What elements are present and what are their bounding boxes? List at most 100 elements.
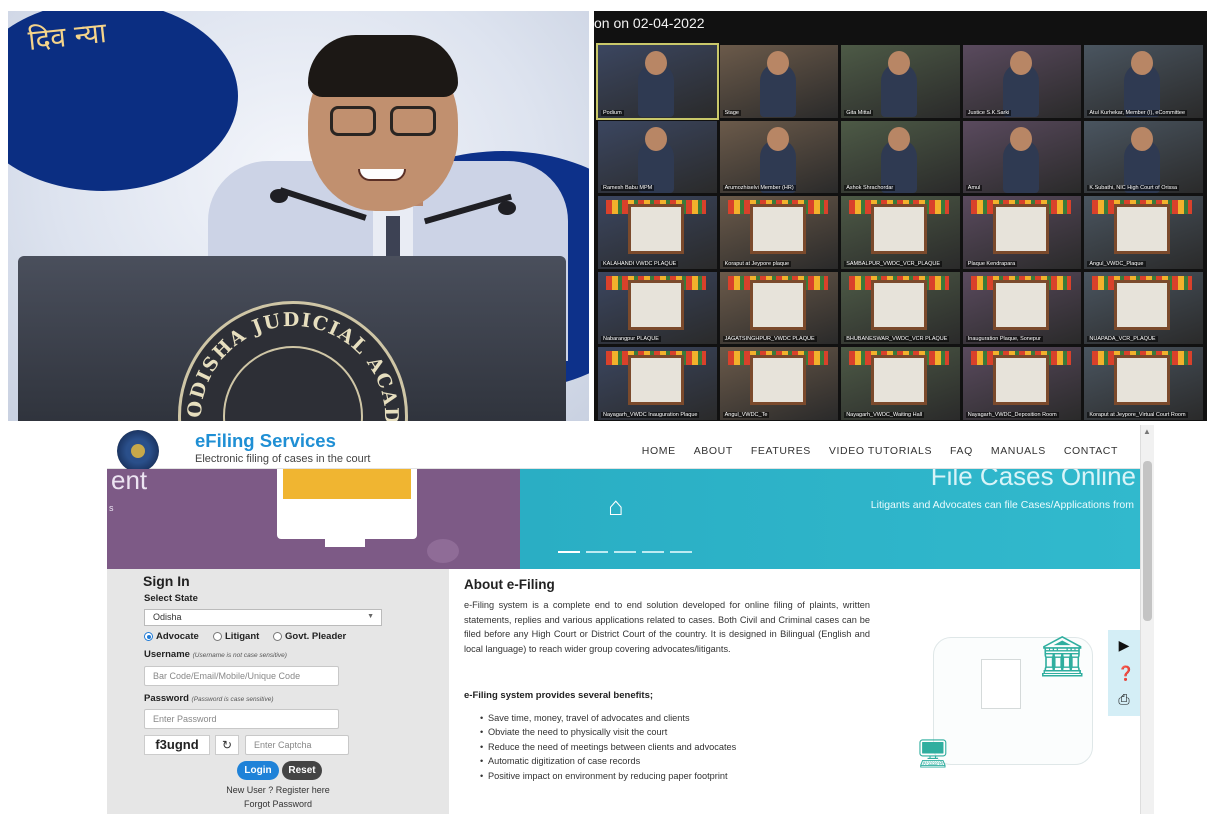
participant-name: Ramesh Babu MPM <box>601 185 655 191</box>
nav-contact[interactable]: CONTACT <box>1064 445 1118 457</box>
participant-tile[interactable]: Ramesh Babu MPM <box>598 120 717 193</box>
participant-tile[interactable]: KALAHANDI VWDC PLAQUE <box>598 196 717 269</box>
participant-tile[interactable]: Nayagarh_VWDC_Waiting Hall <box>841 347 960 420</box>
nav-faq[interactable]: FAQ <box>950 445 973 457</box>
nav-about[interactable]: ABOUT <box>694 445 733 457</box>
chevron-down-icon: ▼ <box>367 613 374 620</box>
participant-tiles: Podium Stage Gita Mittal Justice S.K.Sarki A… <box>596 43 1203 420</box>
inauguration-plaque <box>749 204 806 254</box>
participant-tile[interactable]: BHUBANESWAR_VWDC_VCR PLAQUE <box>841 271 960 344</box>
radio-advocate[interactable]: Advocate <box>144 631 199 642</box>
play-icon[interactable]: ▶ <box>1117 638 1131 652</box>
carousel-dot[interactable] <box>558 551 580 553</box>
participant-name: Ashok Shrachordar <box>844 185 896 191</box>
conference-date-header: on on 02-04-2022 <box>594 15 705 31</box>
participant-name: NUAPADA_VCR_PLAQUE <box>1087 336 1158 342</box>
password-hint: (Password is case sensitive) <box>191 696 274 703</box>
participant-name: Nayagarh_VWDC_Deposition Room <box>965 411 1059 418</box>
forgot-password-link[interactable]: Forgot Password <box>107 799 449 809</box>
carousel-slide-current: ⌂ File Cases Online Litigants and Advoca… <box>520 469 1140 569</box>
microphone-right-head <box>498 201 516 215</box>
carousel-dot[interactable] <box>670 551 692 553</box>
radio-govt-pleader[interactable]: Govt. Pleader <box>273 631 346 642</box>
participant-tile[interactable]: Podium <box>596 43 719 120</box>
participant-tile[interactable]: K.Subathi, NIC High Court of Orissa <box>1084 120 1203 193</box>
reset-button[interactable]: Reset <box>282 761 322 780</box>
hero-carousel: ent s ⌂ File Cases Online Litigants and … <box>107 469 1140 569</box>
participant-name: Angul_VWDC_Plaque <box>1087 260 1146 267</box>
help-icon[interactable]: ❓ <box>1117 666 1134 680</box>
participant-tile[interactable]: NUAPADA_VCR_PLAQUE <box>1084 271 1203 344</box>
inauguration-plaque <box>749 355 806 405</box>
participant-tile[interactable]: Ashok Shrachordar <box>841 120 960 193</box>
nav-home[interactable]: HOME <box>642 445 676 457</box>
captcha-input[interactable]: Enter Captcha <box>245 735 349 755</box>
participant-tile[interactable]: Inauguration Plaque, Sonepur <box>962 271 1082 344</box>
participant-tile[interactable]: Amul <box>962 120 1082 193</box>
monitor-stand <box>325 537 365 547</box>
inauguration-plaque <box>992 204 1049 254</box>
home-icon: ⌂ <box>608 491 624 521</box>
backdrop-text: दिव न्या <box>26 15 108 58</box>
palette-icon <box>427 539 459 563</box>
participant-tile[interactable]: Gita Mittal <box>841 45 960 118</box>
benefits-list: Save time, money, travel of advocates an… <box>480 711 736 783</box>
participant-name: Arumozhiselvi Member (HR) <box>722 185 796 191</box>
participant-tile[interactable]: Arumozhiselvi Member (HR) <box>719 120 839 193</box>
benefits-title: e-Filing system provides several benefit… <box>464 690 654 701</box>
participant-head <box>1009 51 1032 75</box>
participant-tile[interactable]: Atul Kurhekar, Member (I), eCommittee <box>1084 45 1203 118</box>
participant-tile[interactable]: Koraput at Jeypore_Virtual Court Room <box>1084 347 1203 420</box>
participant-head <box>1009 126 1032 151</box>
participant-name: Amul <box>965 185 983 191</box>
microphone-left-head <box>270 189 288 203</box>
state-select[interactable]: Odisha ▼ <box>144 609 382 626</box>
carousel-dot[interactable] <box>586 551 608 553</box>
main-nav: HOME ABOUT FEATURES VIDEO TUTORIALS FAQ … <box>642 445 1118 457</box>
participant-tile[interactable]: SAMBALPUR_VWDC_VCR_PLAQUE <box>841 196 960 269</box>
participant-name: Koraput at Jeypore plaque <box>722 260 792 267</box>
nav-features[interactable]: FEATURES <box>751 445 811 457</box>
participant-tile[interactable]: JAGATSINGHPUR_VWDC PLAQUE <box>719 271 839 344</box>
scroll-up-icon[interactable]: ▲ <box>1143 427 1151 436</box>
captcha-image: f3ugnd <box>144 735 210 755</box>
participant-tile[interactable]: Angul_VWDC_Plaque <box>1084 196 1203 269</box>
carousel-dot[interactable] <box>614 551 636 553</box>
register-link[interactable]: New User ? Register here <box>107 785 449 795</box>
academy-seal-text: ODISHA JUDICIAL ACADEMY <box>183 306 401 421</box>
site-subtitle: Electronic filing of cases in the court <box>195 453 371 465</box>
speaker-smile <box>358 169 406 181</box>
efiling-illustration: 🏛 🖥 <box>907 615 1117 785</box>
refresh-captcha-icon[interactable]: ↻ <box>215 735 239 755</box>
site-title[interactable]: eFiling Services <box>195 430 336 452</box>
inauguration-plaque <box>628 279 684 330</box>
radio-litigant[interactable]: Litigant <box>213 631 259 642</box>
scrollbar-thumb[interactable] <box>1143 461 1152 621</box>
about-text: e-Filing system is a complete end to end… <box>464 600 870 654</box>
nav-manuals[interactable]: MANUALS <box>991 445 1046 457</box>
inauguration-plaque <box>992 279 1049 330</box>
participant-tile[interactable]: Justice S.K.Sarki <box>962 45 1082 118</box>
username-input[interactable]: Bar Code/Email/Mobile/Unique Code <box>144 666 339 686</box>
participant-tile[interactable]: Stage <box>719 45 839 118</box>
list-item: Obviate the need to physically visit the… <box>480 725 736 740</box>
nav-video-tutorials[interactable]: VIDEO TUTORIALS <box>829 445 932 457</box>
carousel-dot[interactable] <box>642 551 664 553</box>
side-toolbar: ▶ ❓ ⎙ <box>1108 630 1140 716</box>
participant-name: Angul_VWDC_Te <box>722 411 770 418</box>
court-emblem-logo[interactable] <box>117 430 159 472</box>
list-item: Positive impact on environment by reduci… <box>480 769 736 784</box>
participant-tile[interactable]: Angul_VWDC_Te <box>719 347 839 420</box>
login-button[interactable]: Login <box>237 761 279 780</box>
participant-tile[interactable]: Plaque Kendrapara <box>962 196 1082 269</box>
participant-tile[interactable]: Nayagarh_VWDC_Deposition Room <box>962 347 1082 420</box>
participant-tile[interactable]: Nayagarh_VWDC Inauguration Plaque <box>598 347 717 420</box>
participant-name: Justice S.K.Sarki <box>965 109 1012 116</box>
vertical-scrollbar[interactable]: ▲ <box>1140 425 1154 814</box>
participant-name: Nabarangpur PLAQUE <box>601 336 661 342</box>
participant-tile[interactable]: Nabarangpur PLAQUE <box>598 271 717 344</box>
select-state-label: Select State <box>144 593 198 604</box>
pdf-icon[interactable]: ⎙ <box>1117 692 1131 706</box>
password-input[interactable]: Enter Password <box>144 709 339 729</box>
participant-tile[interactable]: Koraput at Jeypore plaque <box>719 196 839 269</box>
